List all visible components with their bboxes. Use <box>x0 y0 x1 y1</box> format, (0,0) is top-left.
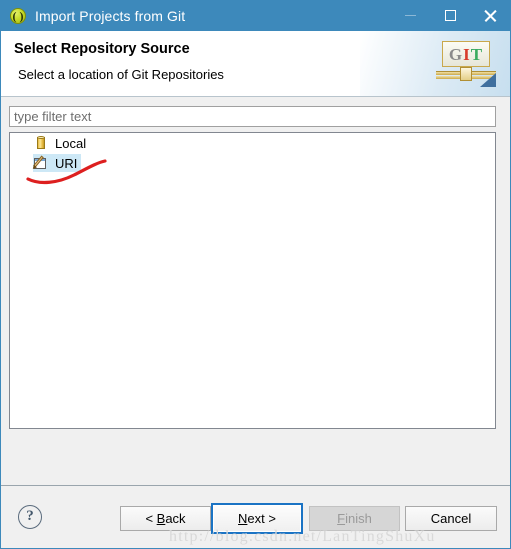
tree-item-uri[interactable]: URI <box>10 153 495 173</box>
page-subtitle: Select a location of Git Repositories <box>18 67 224 82</box>
title-bar[interactable]: ( ) Import Projects from Git <box>1 0 510 31</box>
tree-item-local[interactable]: Local <box>10 133 495 153</box>
repository-source-tree[interactable]: Local URI <box>9 132 496 429</box>
git-logo-i: I <box>463 44 471 64</box>
dialog-footer: ? < Back Next > Finish Cancel <box>1 485 510 548</box>
git-logo-g: G <box>448 44 464 64</box>
minimize-button[interactable] <box>390 0 430 31</box>
close-button[interactable] <box>470 0 510 31</box>
finish-button-label: Finish <box>337 511 372 526</box>
window-controls <box>390 0 510 31</box>
dialog-content: Local URI <box>1 97 510 485</box>
cancel-button-label: Cancel <box>430 511 472 526</box>
back-button[interactable]: < Back <box>120 506 211 531</box>
close-icon <box>483 9 497 23</box>
back-button-label: < Back <box>145 511 186 526</box>
red-annotation-underline <box>26 159 107 185</box>
filter-input[interactable] <box>9 106 496 127</box>
git-banner-icon: GIT <box>436 39 496 87</box>
wizard-header: Select Repository Source Select a locati… <box>1 31 510 97</box>
window-title: Import Projects from Git <box>35 7 186 24</box>
cancel-button[interactable]: Cancel <box>405 506 497 531</box>
git-corner-triangle <box>480 73 496 87</box>
tree-item-label: URI <box>55 155 78 171</box>
page-title: Select Repository Source <box>14 41 190 57</box>
maximize-button[interactable] <box>430 0 470 31</box>
eclipse-git-icon: ( ) <box>9 7 27 25</box>
tree-item-label: Local <box>55 135 87 151</box>
import-projects-from-git-dialog: ( ) Import Projects from Git Select Repo… <box>0 0 511 549</box>
minimize-icon <box>404 15 416 16</box>
next-button-label: Next > <box>238 511 276 526</box>
uri-page-pencil-icon <box>33 155 49 171</box>
help-icon[interactable]: ? <box>18 505 42 529</box>
git-logo-t: T <box>470 44 484 64</box>
database-icon <box>33 135 49 151</box>
next-button[interactable]: Next > <box>211 503 303 534</box>
finish-button: Finish <box>309 506 400 531</box>
maximize-icon <box>444 10 456 21</box>
